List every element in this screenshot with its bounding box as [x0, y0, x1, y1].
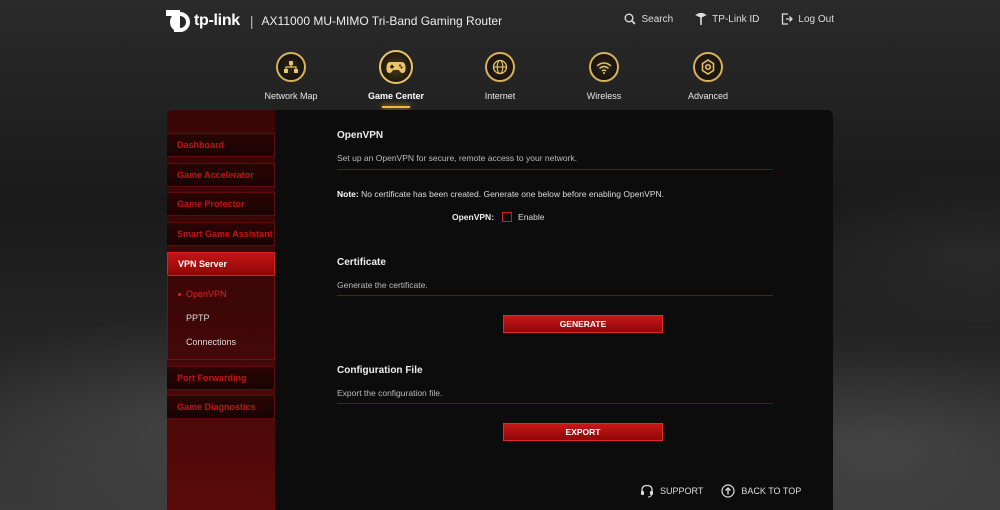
network-map-icon	[276, 52, 306, 82]
sidebar-item-game-protector[interactable]: Game Protector	[167, 192, 275, 216]
brand-name: tp-link	[194, 12, 240, 29]
sidebar-item-label: Game Accelerator	[177, 170, 254, 180]
tab-internet-label: Internet	[484, 91, 516, 101]
tab-game-center-label: Game Center	[367, 91, 425, 101]
vpn-submenu: OpenVPN PPTP Connections	[167, 275, 275, 360]
section-divider	[337, 403, 773, 404]
certificate-description: Generate the certificate.	[337, 280, 428, 290]
export-button[interactable]: EXPORT	[503, 423, 663, 441]
tab-network-map-label: Network Map	[264, 91, 318, 101]
header-actions: Search TP-Link ID Log Out	[602, 13, 834, 25]
sidebar-item-smart-game-assistant[interactable]: Smart Game Assistant	[167, 222, 275, 246]
openvpn-note: Note: No certificate has been created. G…	[337, 189, 664, 199]
tab-advanced[interactable]: Advanced	[663, 50, 753, 101]
section-divider	[337, 169, 773, 170]
header-divider: |	[249, 13, 254, 29]
model-name: AX11000 MU-MIMO Tri-Band Gaming Router	[261, 14, 503, 28]
search-icon	[624, 13, 637, 25]
support-link[interactable]: SUPPORT	[640, 484, 703, 498]
logout-label: Log Out	[798, 13, 834, 25]
sidebar-item-game-diagnostics[interactable]: Game Diagnostics	[167, 395, 275, 419]
logout-link[interactable]: Log Out	[781, 13, 834, 25]
openvpn-description: Set up an OpenVPN for secure, remote acc…	[337, 153, 578, 163]
openvpn-enable-checkbox[interactable]	[502, 212, 513, 222]
certificate-title: Certificate	[337, 257, 386, 268]
gear-icon	[693, 52, 723, 82]
search-link[interactable]: Search	[624, 13, 673, 25]
tplink-id-link[interactable]: TP-Link ID	[695, 13, 759, 25]
openvpn-enable-row: OpenVPN: Enable	[452, 212, 545, 222]
sidebar-item-label: VPN Server	[178, 259, 228, 269]
tplink-id-icon	[695, 13, 707, 25]
sidebar-item-label: Game Protector	[177, 199, 245, 209]
tplink-logo-icon	[166, 8, 192, 34]
sidebar-item-vpn-server[interactable]: VPN Server	[167, 252, 275, 276]
search-label: Search	[641, 13, 674, 25]
sidebar: Dashboard Game Accelerator Game Protecto…	[167, 110, 275, 510]
active-tab-indicator	[382, 106, 410, 108]
openvpn-field-label: OpenVPN:	[452, 212, 495, 222]
tplink-logo[interactable]: tp-link | AX11000 MU-MIMO Tri-Band Gamin…	[166, 8, 502, 34]
generate-button[interactable]: GENERATE	[503, 315, 663, 333]
tplink-id-label: TP-Link ID	[712, 13, 760, 25]
openvpn-title: OpenVPN	[337, 130, 384, 141]
logout-icon	[782, 13, 794, 25]
sidebar-item-port-forwarding[interactable]: Port Forwarding	[167, 366, 275, 390]
globe-icon	[485, 52, 515, 82]
top-navigation: Network Map Game Center Internet Wireles…	[0, 50, 1000, 110]
sidebar-item-label: Game Diagnostics	[177, 402, 256, 412]
headset-icon	[641, 484, 653, 498]
config-title: Configuration File	[337, 365, 423, 376]
tab-network-map[interactable]: Network Map	[246, 50, 336, 101]
submenu-item-pptp[interactable]: PPTP	[186, 313, 210, 323]
config-description: Export the configuration file.	[337, 388, 443, 398]
back-to-top-label: BACK TO TOP	[741, 486, 802, 496]
note-label: Note:	[337, 189, 359, 199]
sidebar-item-label: Port Forwarding	[177, 373, 247, 383]
header: tp-link | AX11000 MU-MIMO Tri-Band Gamin…	[0, 0, 1000, 44]
openvpn-enable-label[interactable]: Enable	[518, 212, 544, 222]
sidebar-item-dashboard[interactable]: Dashboard	[167, 133, 275, 157]
sidebar-item-label: Smart Game Assistant	[177, 229, 273, 239]
wifi-icon	[589, 52, 619, 82]
note-text: No certificate has been created. Generat…	[358, 189, 664, 199]
main-panel: Dashboard Game Accelerator Game Protecto…	[167, 110, 833, 510]
arrow-up-circle-icon	[721, 484, 735, 498]
tab-wireless-label: Wireless	[586, 91, 622, 101]
section-divider	[337, 295, 773, 296]
support-label: SUPPORT	[660, 486, 704, 496]
tab-wireless[interactable]: Wireless	[559, 50, 649, 101]
sidebar-item-label: Dashboard	[177, 140, 225, 150]
gamepad-icon	[379, 50, 413, 84]
tab-advanced-label: Advanced	[687, 91, 729, 101]
submenu-item-openvpn[interactable]: OpenVPN	[178, 289, 227, 299]
footer: SUPPORT BACK TO TOP	[640, 484, 819, 498]
tab-game-center[interactable]: Game Center	[351, 50, 441, 108]
back-to-top-link[interactable]: BACK TO TOP	[721, 484, 801, 498]
tab-internet[interactable]: Internet	[455, 50, 545, 101]
sidebar-item-game-accelerator[interactable]: Game Accelerator	[167, 163, 275, 187]
submenu-item-connections[interactable]: Connections	[186, 337, 236, 347]
